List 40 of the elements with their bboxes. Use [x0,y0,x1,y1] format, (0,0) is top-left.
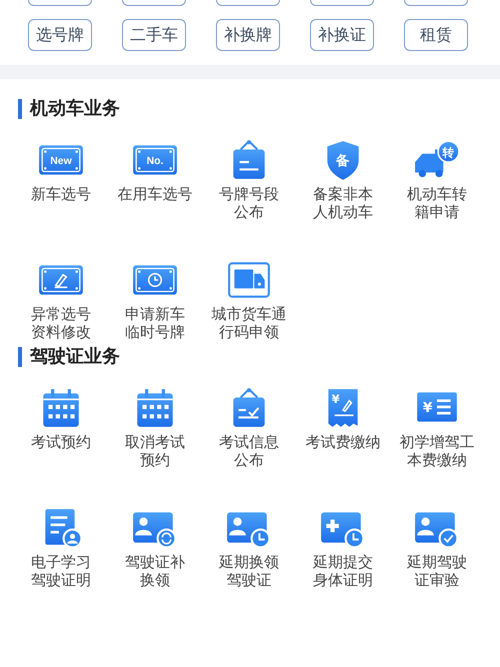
service-label: 考试信息 [219,433,279,451]
service-label: 驾驶证 [226,571,272,589]
service-label: 临时号牌 [125,323,185,341]
service-label: 号牌号段 [219,185,279,203]
service-label: 人机动车 [313,203,373,221]
section-title: 机动车业务 [18,99,500,119]
service-label: 取消考试 [125,433,185,451]
service-label: 本费缴纳 [407,451,467,469]
service-label: 城市货车通 [212,305,286,323]
service-label: 身体证明 [313,571,373,589]
tag-button[interactable]: 选号牌 [28,19,92,51]
service-label: 电子学习 [31,553,91,571]
service-label: 考试费缴纳 [306,433,380,451]
service-label: 资料修改 [31,323,91,341]
service-label: 预约 [140,451,170,469]
tag-button[interactable]: 补换证 [310,19,374,51]
service-label: 延期提交 [313,553,373,571]
service-label: 驾驶证补 [125,553,185,571]
service-label: 延期驾驶 [407,553,467,571]
service-label: 证审验 [414,571,460,589]
tag-button[interactable]: 租赁 [404,19,468,51]
service-label: 考试预约 [31,433,91,451]
service-label: 申请新车 [125,305,185,323]
service-label: 籍申请 [414,203,460,221]
service-label: 延期换领 [219,553,279,571]
service-label: 初学增驾工 [400,433,474,451]
service-label: 行码申领 [219,323,279,341]
tag-button[interactable]: 补换牌 [216,19,280,51]
service-label: 驾驶证明 [31,571,91,589]
tag-button[interactable]: 二手车 [122,19,186,51]
service-label: 在用车选号 [118,185,192,203]
service-label: 异常选号 [31,305,91,323]
service-label: 换领 [140,571,170,589]
service-label: 备案非本 [313,185,373,203]
service-label: 公布 [234,203,264,221]
service-label: 机动车转 [407,185,467,203]
service-label: 公布 [234,451,264,469]
service-label: 新车选号 [31,185,91,203]
box-truck-icon[interactable] [226,259,272,301]
section-title: 驾驶证业务 [18,347,500,367]
